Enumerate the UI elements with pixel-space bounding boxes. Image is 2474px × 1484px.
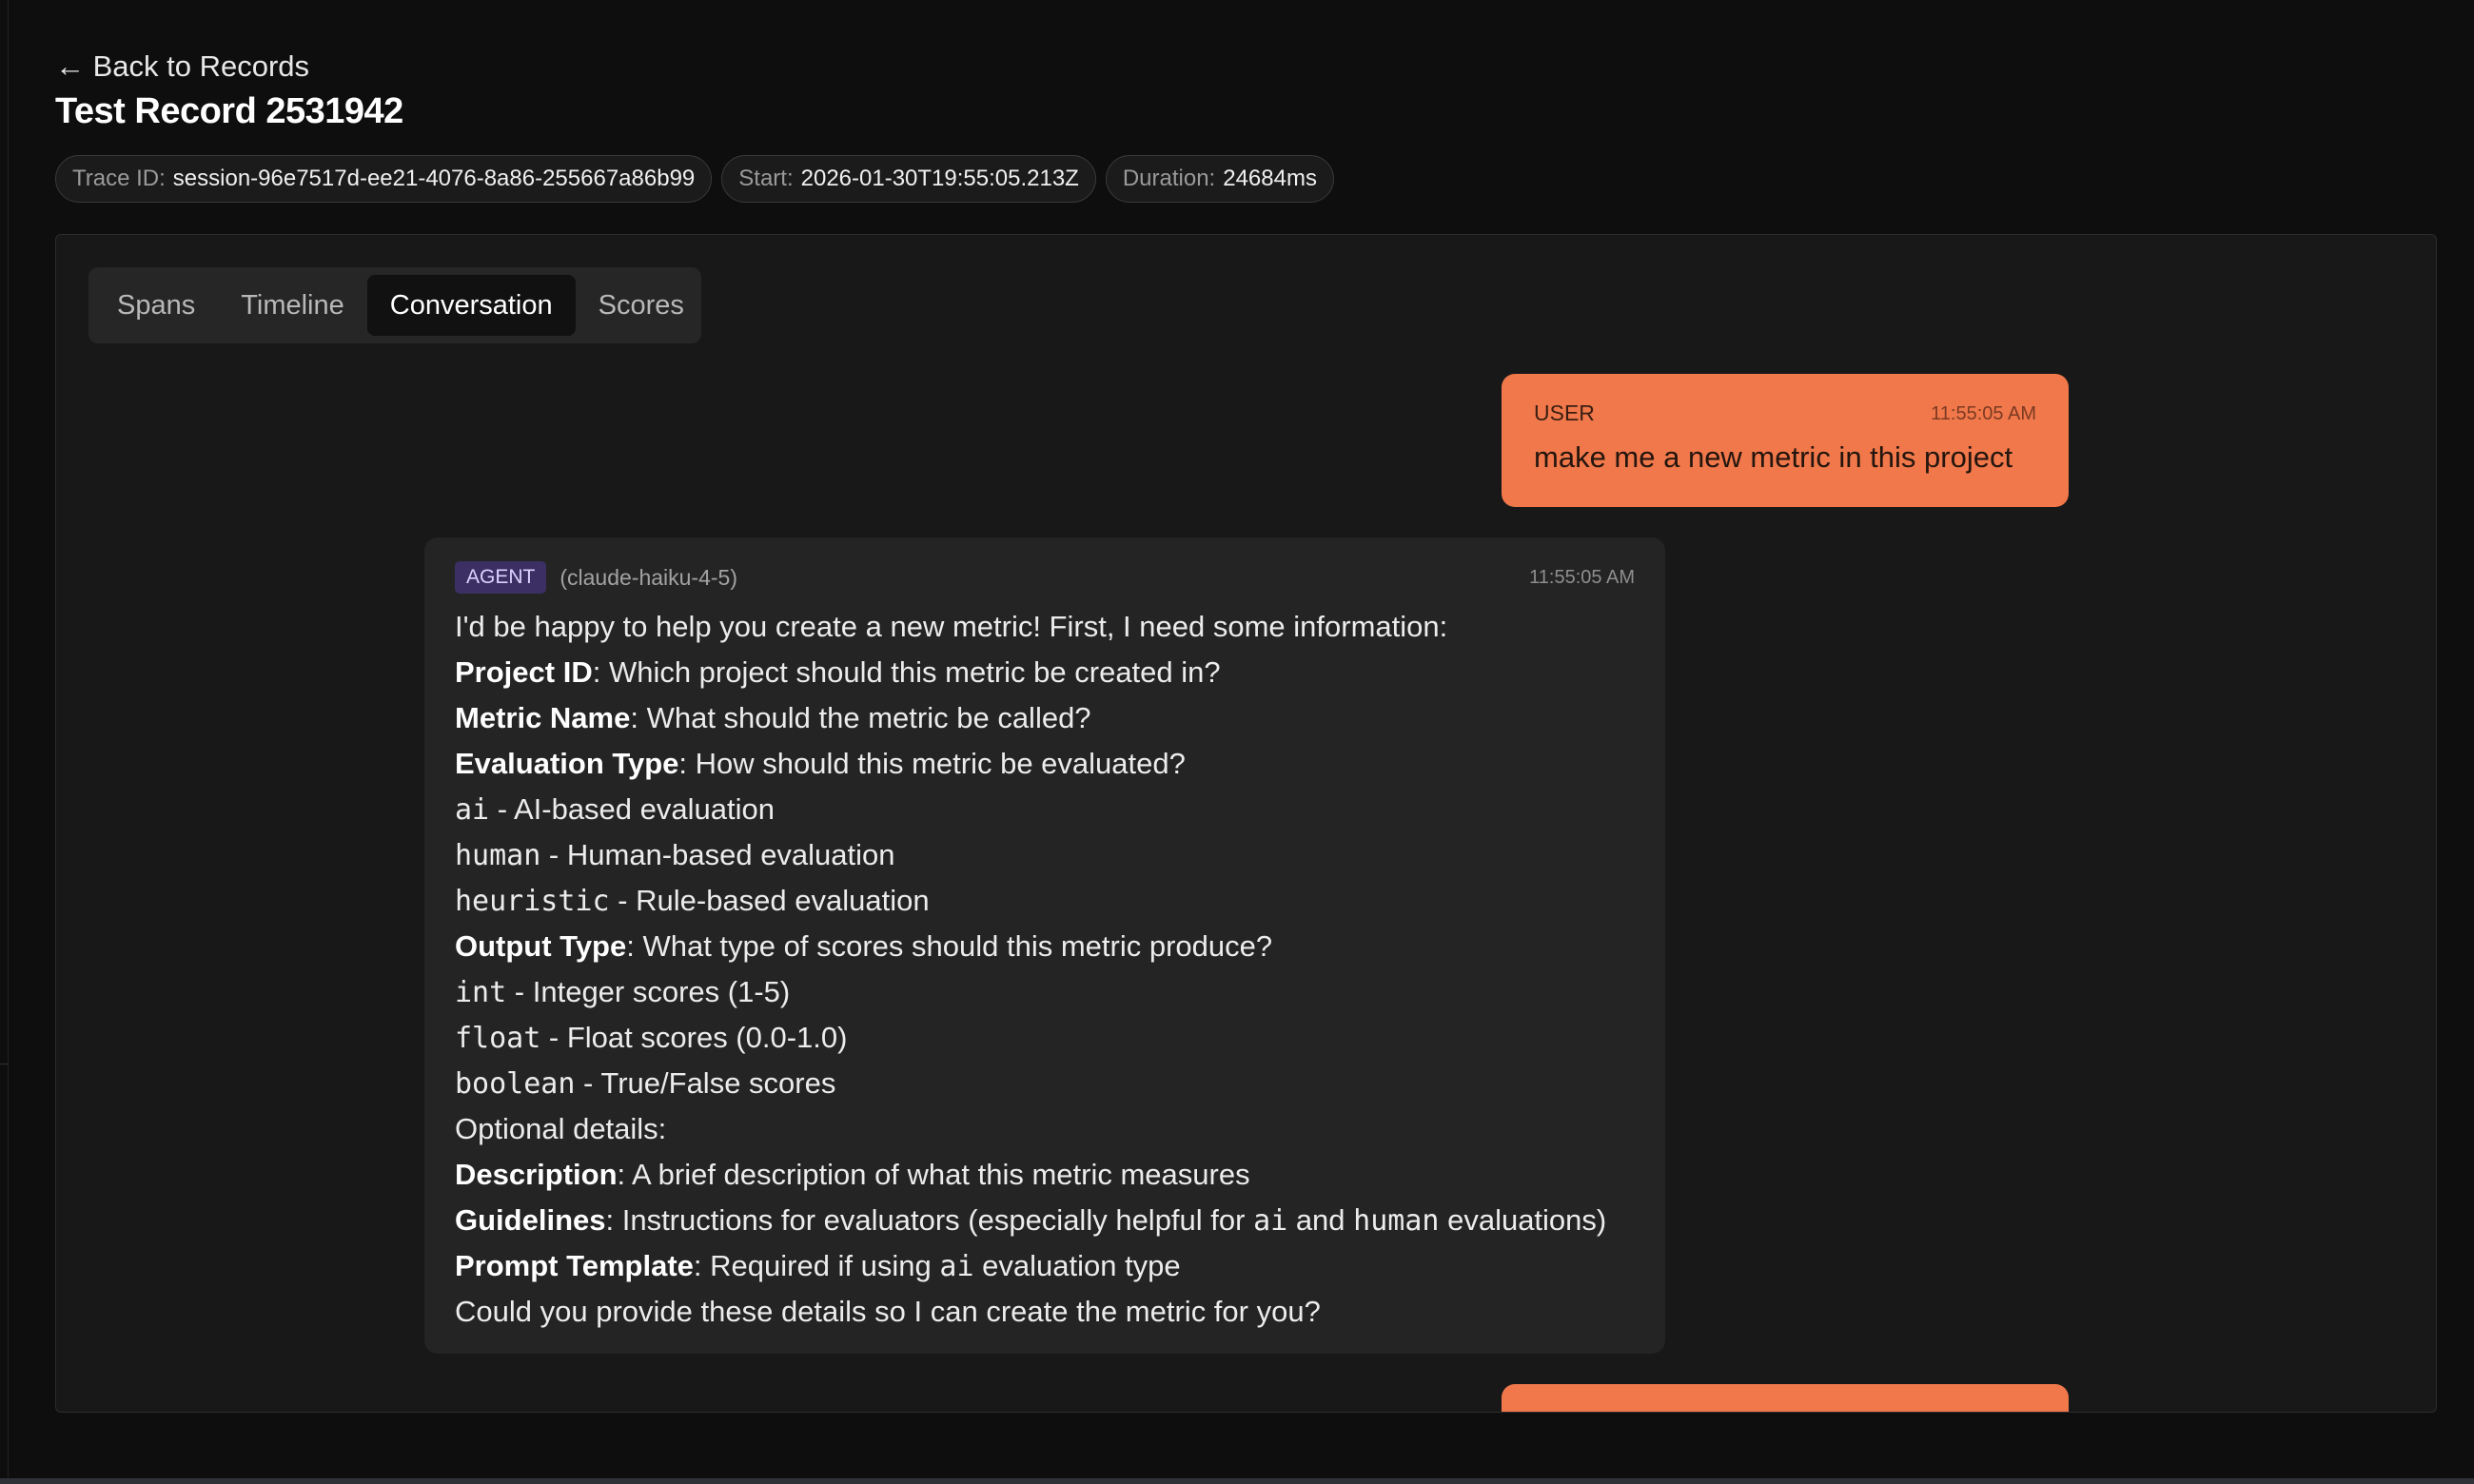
message-line: Guidelines: Instructions for evaluators … [455, 1198, 1635, 1243]
line-text: I'd be happy to help you create a new me… [455, 610, 1448, 643]
start-chip: Start: 2026-01-30T19:55:05.213Z [721, 155, 1096, 203]
message-line: human - Human-based evaluation [455, 832, 1635, 878]
message-line: heuristic - Rule-based evaluation [455, 878, 1635, 924]
chip-value: 2026-01-30T19:55:05.213Z [800, 166, 1079, 191]
message-line: Metric Name: What should the metric be c… [455, 695, 1635, 741]
tab-conversation[interactable]: Conversation [366, 275, 576, 336]
page-title: Test Record 2531942 [55, 91, 403, 131]
line-text: : What should the metric be called? [630, 701, 1091, 734]
line-text: - Human-based evaluation [540, 838, 895, 871]
line-text: : Instructions for evaluators (especiall… [605, 1203, 1254, 1237]
chip-key: Duration: [1122, 166, 1216, 191]
agent-model-name: (claude-haiku-4-5) [560, 564, 737, 590]
message-line: float - Float scores (0.0-1.0) [455, 1015, 1635, 1061]
message-line: Could you provide these details so I can… [455, 1289, 1635, 1335]
line-text: - Float scores (0.0-1.0) [540, 1021, 848, 1054]
line-label: Description [455, 1158, 618, 1191]
line-label: Output Type [455, 929, 627, 963]
bottom-scrollbar-track [0, 1478, 2474, 1484]
inline-code: ai [939, 1250, 974, 1283]
message-line: I'd be happy to help you create a new me… [455, 604, 1635, 650]
line-text: : Required if using [693, 1249, 940, 1282]
tab-spans[interactable]: Spans [94, 275, 218, 336]
message-text: make me a new metric in this project [1534, 440, 2013, 474]
agent-role-badge: AGENT [455, 561, 547, 594]
chip-key: Trace ID: [72, 166, 166, 191]
inline-code: human [1353, 1204, 1440, 1238]
duration-chip: Duration: 24684ms [1105, 155, 1334, 203]
line-text: - Rule-based evaluation [609, 884, 930, 917]
line-text: - AI-based evaluation [489, 792, 775, 826]
trace-id-chip: Trace ID: session-96e7517d-ee21-4076-8a8… [55, 155, 713, 203]
chip-value: 24684ms [1223, 166, 1317, 191]
line-text: and [1287, 1203, 1354, 1237]
inline-code: boolean [455, 1067, 576, 1101]
inline-code: ai [1253, 1204, 1288, 1238]
chip-value: session-96e7517d-ee21-4076-8a86-255667a8… [172, 166, 696, 191]
message-role: USER [1534, 400, 1595, 425]
message-line: Optional details: [455, 1106, 1635, 1152]
line-label: Guidelines [455, 1203, 606, 1237]
inline-code: int [455, 976, 507, 1009]
agent-message-header: AGENT (claude-haiku-4-5) 11:55:05 AM [455, 558, 1635, 596]
message-line: Prompt Template: Required if using ai ev… [455, 1243, 1635, 1289]
line-text: Could you provide these details so I can… [455, 1295, 1321, 1328]
line-text: evaluation type [973, 1249, 1181, 1282]
line-text: : How should this metric be evaluated? [678, 747, 1186, 780]
tab-scores[interactable]: Scores [576, 275, 707, 336]
line-text: : Which project should this metric be cr… [592, 655, 1221, 689]
user-message: USER 11:55:05 AM make me a new metric in… [1502, 374, 2069, 507]
line-text: - True/False scores [575, 1066, 836, 1100]
record-detail-panel: Spans Timeline Conversation Scores USER … [55, 234, 2437, 1413]
line-text: - Integer scores (1-5) [506, 975, 791, 1008]
line-text: Optional details: [455, 1112, 667, 1145]
user-message-partial [1502, 1384, 2069, 1412]
chip-key: Start: [738, 166, 794, 191]
line-label: Evaluation Type [455, 747, 679, 780]
message-line: boolean - True/False scores [455, 1061, 1635, 1106]
line-label: Project ID [455, 655, 593, 689]
meta-chips: Trace ID: session-96e7517d-ee21-4076-8a8… [55, 155, 1334, 203]
back-to-records-link[interactable]: ← Back to Records [55, 49, 309, 84]
message-line: ai - AI-based evaluation [455, 787, 1635, 832]
message-line: Description: A brief description of what… [455, 1152, 1635, 1198]
inline-code: human [455, 839, 541, 872]
message-line: Evaluation Type: How should this metric … [455, 741, 1635, 787]
line-label: Metric Name [455, 701, 631, 734]
inline-code: float [455, 1022, 541, 1055]
message-line: int - Integer scores (1-5) [455, 969, 1635, 1015]
tab-timeline[interactable]: Timeline [218, 275, 367, 336]
inline-code: ai [455, 793, 490, 827]
left-edge-divider [0, 0, 9, 1480]
inline-code: heuristic [455, 885, 610, 918]
agent-message: AGENT (claude-haiku-4-5) 11:55:05 AM I'd… [424, 537, 1665, 1354]
message-time: 11:55:05 AM [1931, 403, 2036, 424]
message-line: Output Type: What type of scores should … [455, 924, 1635, 969]
view-tabs: Spans Timeline Conversation Scores [88, 267, 701, 343]
line-label: Prompt Template [455, 1249, 694, 1282]
message-time: 11:55:05 AM [1529, 566, 1635, 588]
agent-message-body: I'd be happy to help you create a new me… [455, 604, 1635, 1335]
line-text: evaluations) [1439, 1203, 1607, 1237]
message-line: Project ID: Which project should this me… [455, 650, 1635, 695]
line-text: : A brief description of what this metri… [617, 1158, 1250, 1191]
line-text: : What type of scores should this metric… [626, 929, 1273, 963]
